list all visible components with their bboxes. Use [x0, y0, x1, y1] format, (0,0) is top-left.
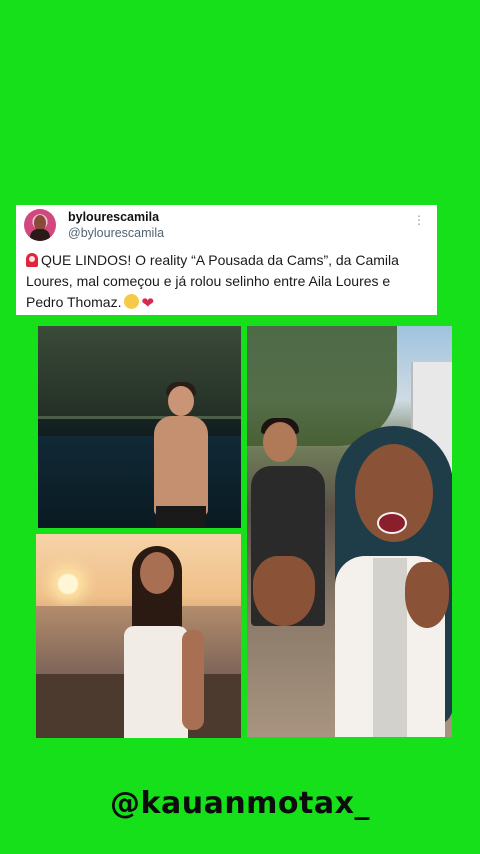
- background-man-head: [263, 422, 297, 462]
- avatar[interactable]: [24, 209, 56, 241]
- raised-hand-right: [405, 562, 449, 628]
- jacket-trim: [373, 558, 407, 737]
- tweet-body: QUE LINDOS! O reality “A Pousada da Cams…: [26, 252, 399, 310]
- lake-water: [38, 436, 241, 528]
- raised-hand-left: [253, 556, 315, 626]
- pleading-face-emoji-icon: [124, 294, 140, 309]
- avatar-body: [30, 229, 50, 241]
- photo-excited-woman: [247, 326, 452, 737]
- photo-woman-at-sunset: [36, 534, 241, 738]
- display-name[interactable]: bylourescamila: [68, 210, 159, 224]
- sun: [58, 574, 78, 594]
- woman-arm: [182, 630, 204, 730]
- man-torso: [154, 416, 208, 516]
- tweet-text: QUE LINDOS! O reality “A Pousada da Cams…: [26, 250, 427, 314]
- man-head: [168, 386, 194, 416]
- mending-heart-emoji-icon: ❤: [141, 295, 155, 312]
- tweet-card[interactable]: bylourescamila @bylourescamila ⋮ QUE LIN…: [16, 205, 437, 315]
- rock-wall: [38, 326, 241, 419]
- siren-emoji-icon: [26, 253, 38, 267]
- man-shorts: [156, 506, 206, 528]
- woman-open-mouth: [377, 512, 407, 534]
- user-handle[interactable]: @bylourescamila: [68, 226, 164, 240]
- more-options-icon[interactable]: ⋮: [413, 213, 425, 227]
- photo-shirtless-man-at-lake: [38, 326, 241, 528]
- woman-white-top: [124, 626, 188, 738]
- woman-head: [140, 552, 174, 594]
- watermark-handle: @kauanmotax_: [110, 786, 370, 821]
